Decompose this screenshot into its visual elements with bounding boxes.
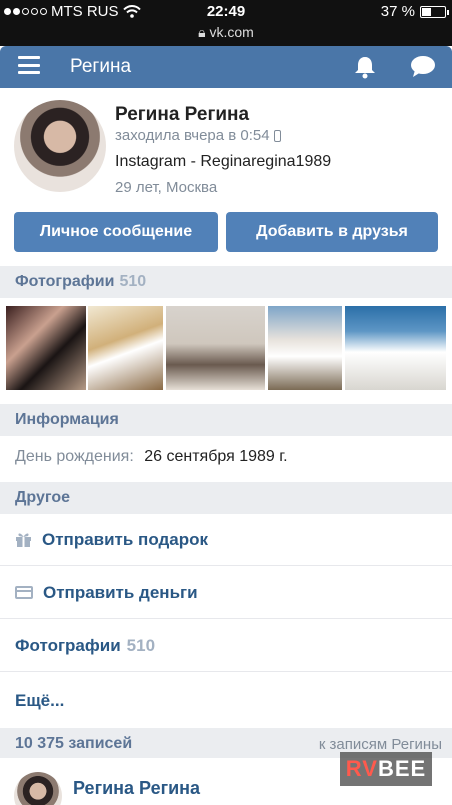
send-money-item[interactable]: Отправить деньги bbox=[0, 567, 452, 619]
photo-thumbnail[interactable] bbox=[166, 306, 265, 390]
photos-strip bbox=[0, 298, 452, 398]
lock-icon: 🔒︎ bbox=[198, 24, 206, 40]
profile-age-city: 29 лет, Москва bbox=[115, 179, 218, 196]
card-icon bbox=[15, 586, 33, 599]
app-header: Регина bbox=[0, 46, 452, 88]
photos-section-title: Фотографии bbox=[15, 273, 115, 290]
avatar[interactable] bbox=[14, 100, 106, 192]
more-item[interactable]: Ещё... bbox=[0, 673, 452, 728]
photo-thumbnail[interactable] bbox=[88, 306, 163, 390]
photo-thumbnail[interactable] bbox=[345, 306, 446, 390]
other-section-title: Другое bbox=[15, 489, 70, 506]
posts-count: 10 375 записей bbox=[15, 735, 133, 752]
post-author-avatar[interactable] bbox=[14, 772, 62, 805]
photo-thumbnail[interactable] bbox=[268, 306, 342, 390]
birthday-row: День рождения: 26 сентября 1989 г. bbox=[15, 448, 288, 466]
send-money-label: Отправить деньги bbox=[43, 582, 198, 602]
chat-bubble-icon[interactable] bbox=[410, 55, 436, 79]
battery-percent: 37 % bbox=[380, 3, 415, 20]
battery-icon bbox=[420, 5, 449, 18]
info-section-title: Информация bbox=[15, 411, 119, 428]
battery-status: 37 % bbox=[380, 3, 449, 20]
ios-status-bar: MTS RUS 22:49 37 % 🔒︎ vk.com bbox=[0, 0, 452, 46]
photos-link-item[interactable]: Фотографии 510 bbox=[0, 620, 452, 672]
last-seen: заходила вчера в 0:54 bbox=[115, 127, 281, 144]
posts-link[interactable]: к записям Регины bbox=[319, 736, 442, 753]
profile-name: Регина Регина bbox=[115, 104, 250, 125]
add-friend-button[interactable]: Добавить в друзья bbox=[226, 212, 438, 252]
profile-status: Instagram - Reginaregina1989 bbox=[115, 153, 332, 170]
send-gift-label: Отправить подарок bbox=[42, 529, 209, 549]
send-gift-item[interactable]: Отправить подарок bbox=[0, 514, 452, 566]
more-label: Ещё... bbox=[15, 690, 65, 710]
post-author-name[interactable]: Регина Регина bbox=[73, 778, 200, 799]
profile-card: Регина Регина заходила вчера в 0:54 Inst… bbox=[0, 88, 452, 266]
url-text: vk.com bbox=[209, 24, 254, 40]
photos-section-header[interactable]: Фотографии 510 bbox=[0, 266, 452, 298]
other-section-header: Другое bbox=[0, 482, 452, 514]
browser-url[interactable]: 🔒︎ vk.com bbox=[0, 24, 452, 41]
photo-thumbnail[interactable] bbox=[6, 306, 86, 390]
send-message-button[interactable]: Личное сообщение bbox=[14, 212, 218, 252]
photos-link-label: Фотографии bbox=[15, 635, 121, 655]
hamburger-menu-icon[interactable] bbox=[18, 56, 40, 74]
info-section-header: Информация bbox=[0, 404, 452, 436]
last-seen-text: заходила вчера в 0:54 bbox=[115, 127, 270, 144]
photos-count: 510 bbox=[119, 273, 147, 290]
photos-link-count: 510 bbox=[126, 635, 156, 655]
header-title: Регина bbox=[70, 56, 132, 77]
gift-icon bbox=[16, 533, 31, 547]
watermark-part1: RV bbox=[345, 756, 378, 781]
birthday-value: 26 сентября 1989 г. bbox=[144, 448, 288, 465]
watermark-logo: RV BEE bbox=[340, 752, 432, 786]
bell-icon[interactable] bbox=[352, 54, 378, 80]
mobile-phone-icon bbox=[273, 129, 281, 142]
birthday-label: День рождения: bbox=[15, 448, 134, 465]
watermark-part2: BEE bbox=[377, 756, 427, 781]
